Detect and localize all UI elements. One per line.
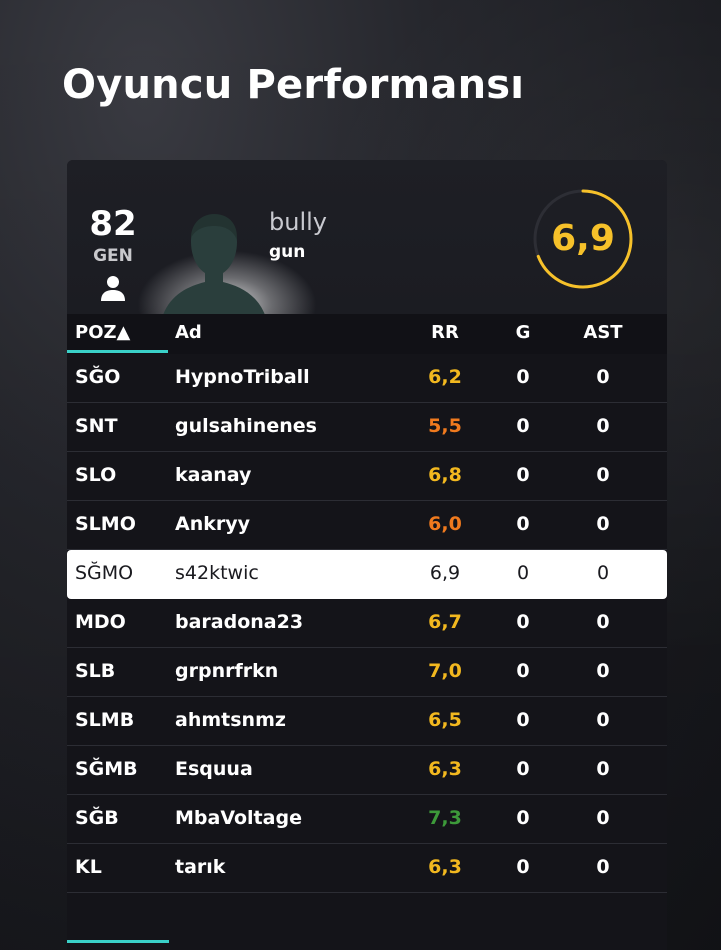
assists-cell: 0 — [596, 758, 610, 780]
rating-cell: 5,5 — [428, 415, 462, 437]
player-subtitle: gun — [269, 242, 306, 262]
assists-cell: 0 — [596, 856, 610, 878]
player-name-cell: gulsahinenes — [175, 415, 317, 437]
player-name-cell: ahmtsnmz — [175, 709, 286, 731]
page-title: Oyuncu Performansı — [62, 62, 525, 108]
sort-indicator — [67, 350, 168, 353]
rating-cell: 6,2 — [428, 366, 462, 388]
player-name-cell: Ankryy — [175, 513, 251, 535]
assists-cell: 0 — [596, 366, 610, 388]
player-name-cell: s42ktwic — [175, 562, 259, 584]
position-cell: SLB — [75, 660, 116, 682]
position-cell: MDO — [75, 611, 126, 633]
person-icon — [101, 276, 125, 301]
position-cell: SĞB — [75, 807, 119, 829]
position-cell: SĞMO — [75, 562, 134, 584]
rating-cell: 6,3 — [428, 856, 462, 878]
assists-cell: 0 — [596, 415, 610, 437]
goals-cell: 0 — [516, 464, 530, 486]
table-row[interactable]: SNT gulsahinenes 5,5 0 0 — [67, 403, 667, 452]
table-row[interactable]: SĞB MbaVoltage 7,3 0 0 — [67, 795, 667, 844]
player-header: 82 GEN bully gun 6,9 — [67, 160, 667, 360]
assists-cell: 0 — [596, 709, 610, 731]
assists-cell: 0 — [596, 611, 610, 633]
position-cell: SLMB — [75, 709, 135, 731]
position-cell: SĞMB — [75, 758, 138, 780]
table-row[interactable]: SLO kaanay 6,8 0 0 — [67, 452, 667, 501]
overall-rating: 82 — [89, 204, 137, 244]
table-row[interactable]: SĞMO s42ktwic 6,9 0 0 — [67, 550, 667, 599]
table-row[interactable]: SLB grpnrfrkn 7,0 0 0 — [67, 648, 667, 697]
overall-label: GEN — [93, 246, 133, 266]
table-row[interactable]: MDO baradona23 6,7 0 0 — [67, 599, 667, 648]
table-row[interactable]: SĞO HypnoTriball 6,2 0 0 — [67, 354, 667, 403]
position-cell: SNT — [75, 415, 118, 437]
position-cell: SĞO — [75, 366, 121, 388]
goals-cell: 0 — [516, 562, 530, 584]
assists-cell: 0 — [596, 464, 610, 486]
active-tab-indicator — [67, 940, 169, 943]
table-row[interactable]: KL tarık 6,3 0 0 — [67, 844, 667, 893]
player-name-cell: baradona23 — [175, 611, 304, 633]
goals-cell: 0 — [516, 660, 530, 682]
assists-cell: 0 — [596, 807, 610, 829]
rating-cell: 6,9 — [429, 562, 461, 584]
position-cell: SLO — [75, 464, 117, 486]
goals-cell: 0 — [516, 366, 530, 388]
goals-cell: 0 — [516, 611, 530, 633]
goals-cell: 0 — [516, 709, 530, 731]
player-name-cell: Esquua — [175, 758, 253, 780]
table-header: POZ▲ Ad RR G AST — [67, 314, 667, 354]
assists-cell: 0 — [596, 562, 610, 584]
rating-cell: 6,8 — [428, 464, 462, 486]
player-table: SĞO HypnoTriball 6,2 0 0 SNT gulsahinene… — [67, 354, 667, 893]
position-cell: SLMO — [75, 513, 136, 535]
goals-cell: 0 — [516, 415, 530, 437]
rating-cell: 7,0 — [428, 660, 462, 682]
goals-cell: 0 — [516, 758, 530, 780]
goals-cell: 0 — [516, 807, 530, 829]
rating-cell: 6,5 — [428, 709, 462, 731]
column-header-name[interactable]: Ad — [175, 322, 202, 343]
rating-cell: 6,3 — [428, 758, 462, 780]
column-header-goals[interactable]: G — [503, 322, 543, 343]
assists-cell: 0 — [596, 513, 610, 535]
column-header-assists[interactable]: AST — [573, 322, 633, 343]
column-header-position[interactable]: POZ▲ — [75, 322, 130, 343]
assists-cell: 0 — [596, 660, 610, 682]
rating-cell: 6,7 — [428, 611, 462, 633]
column-header-rating[interactable]: RR — [425, 322, 465, 343]
player-name-cell: kaanay — [175, 464, 252, 486]
player-name-cell: tarık — [175, 856, 226, 878]
player-name-cell: MbaVoltage — [175, 807, 302, 829]
position-cell: KL — [75, 856, 102, 878]
table-row[interactable]: SLMB ahmtsnmz 6,5 0 0 — [67, 697, 667, 746]
goals-cell: 0 — [516, 513, 530, 535]
table-row[interactable]: SĞMB Esquua 6,3 0 0 — [67, 746, 667, 795]
match-rating: 6,9 — [551, 218, 615, 259]
player-name: bully — [269, 208, 327, 236]
player-silhouette-icon — [163, 214, 265, 315]
rating-cell: 6,0 — [428, 513, 462, 535]
goals-cell: 0 — [516, 856, 530, 878]
rating-cell: 7,3 — [428, 807, 462, 829]
performance-panel: 82 GEN bully gun 6,9 POZ▲ Ad RR G AST SĞ… — [67, 160, 667, 950]
table-row[interactable]: SLMO Ankryy 6,0 0 0 — [67, 501, 667, 550]
player-name-cell: HypnoTriball — [175, 366, 310, 388]
player-name-cell: grpnrfrkn — [175, 660, 279, 682]
